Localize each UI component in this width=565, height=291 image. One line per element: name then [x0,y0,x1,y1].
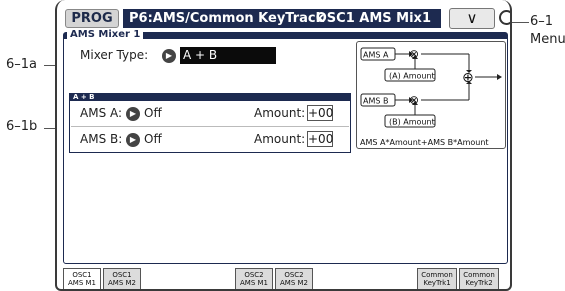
callout-menu-sub: Menu [530,32,565,47]
page-tab-name: OSC1 AMS Mix1 [315,11,431,26]
tab-osc1-ams-m1[interactable]: OSC1 AMS M1 [63,268,101,289]
tab-line1: OSC1 [72,271,92,279]
ams-b-amount-field[interactable]: +00 [307,131,333,147]
mixer-diagram: AMS A AMS B (A) Amount (B) Amount ⊗ ⊗ ⊕ … [356,41,506,149]
ams-a-popup-button[interactable]: ▶ [126,107,140,121]
tab-common-keytrk1[interactable]: Common KeyTrk1 [417,268,457,289]
tab-osc2-ams-m2[interactable]: OSC2 AMS M2 [275,268,313,289]
tab-line2: KeyTrk1 [423,279,451,287]
multiply-b-icon: ⊗ [409,93,419,107]
tab-common-keytrk2[interactable]: Common KeyTrk2 [459,268,499,289]
ams-a-value[interactable]: Off [144,106,162,120]
callout-menu: 6–1 [530,14,554,29]
tab-line2: AMS M1 [68,279,96,287]
a-amount-block-label: (A) Amount [389,72,435,81]
ams-mixer-group: AMS Mixer 1 Mixer Type: ▶ A + B A + B AM… [63,29,508,264]
ams-b-amount-label: Amount: [254,132,306,146]
a-plus-b-title: A + B [70,94,350,101]
ams-b-popup-button[interactable]: ▶ [126,133,140,147]
callout-ams-rows: 6–1b [6,119,38,134]
ams-a-amount-label: Amount: [254,106,306,120]
mixer-type-label: Mixer Type: [80,48,149,62]
ams-b-block-label: AMS B [363,97,388,106]
ams-mixer-title: AMS Mixer 1 [67,29,144,41]
tab-line2: AMS M2 [280,279,308,287]
lcd-screen: PROG P6:AMS/Common KeyTrack OSC1 AMS Mix… [55,0,512,291]
tab-line1: Common [421,271,453,279]
ams-b-value[interactable]: Off [144,132,162,146]
tab-osc2-ams-m1[interactable]: OSC2 AMS M1 [235,268,273,289]
header: PROG P6:AMS/Common KeyTrack OSC1 AMS Mix… [57,6,510,30]
ams-a-amount-field[interactable]: +00 [307,105,333,121]
b-amount-block-label: (B) Amount [389,118,435,127]
mixer-diagram-svg: AMS A AMS B (A) Amount (B) Amount ⊗ ⊗ ⊕ … [360,47,502,147]
page-title-bar: P6:AMS/Common KeyTrack OSC1 AMS Mix1 [123,9,441,28]
page-menu-button[interactable]: ∨ [449,8,495,29]
menu-pointer-icon [499,10,510,25]
tab-line1: OSC2 [244,271,264,279]
ams-a-block-label: AMS A [363,51,389,60]
page-title: P6:AMS/Common KeyTrack [129,11,325,26]
tab-osc1-ams-m2[interactable]: OSC1 AMS M2 [103,268,141,289]
ams-a-label: AMS A: [80,106,123,120]
multiply-a-icon: ⊗ [409,47,419,61]
tab-line2: AMS M2 [108,279,136,287]
formula-text: AMS A*Amount+AMS B*Amount [360,138,489,147]
sum-icon: ⊕ [462,70,474,86]
callout-mixer-type: 6–1a [6,57,38,72]
tab-line2: KeyTrk2 [465,279,493,287]
tab-line1: Common [463,271,495,279]
mixer-type-popup-button[interactable]: ▶ [162,49,176,63]
ams-b-label: AMS B: [80,132,123,146]
tab-line2: AMS M1 [240,279,268,287]
tab-line1: OSC2 [284,271,304,279]
a-plus-b-group: A + B AMS A: ▶ Off Amount: +00 AMS B: ▶ … [69,93,351,153]
mode-label: PROG [65,9,119,28]
tab-line1: OSC1 [112,271,132,279]
row-divider [71,126,349,127]
mixer-type-value[interactable]: A + B [180,47,276,64]
